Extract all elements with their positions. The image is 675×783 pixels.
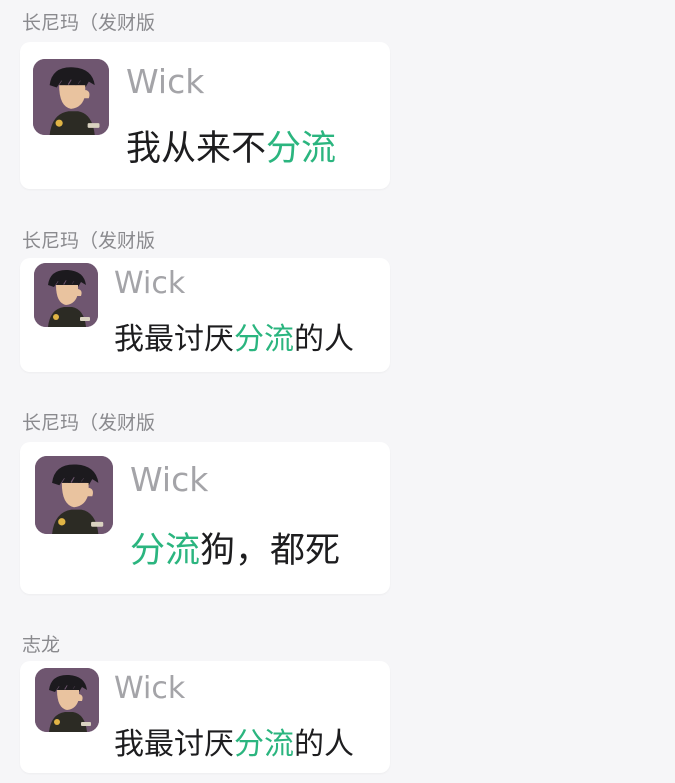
sender-name: 志龙 xyxy=(22,634,61,656)
message-highlight: 分流 xyxy=(130,531,201,571)
nickname: Wick xyxy=(130,460,209,499)
message-highlight: 分流 xyxy=(234,727,294,762)
message-text: 我最讨厌分流的人 xyxy=(114,314,354,358)
quoted-message-card[interactable]: Wick 分流狗，都死 xyxy=(20,442,390,594)
sender-name: 长尼玛（发财版 xyxy=(22,230,156,252)
message-text: 分流狗，都死 xyxy=(130,522,340,573)
nickname: Wick xyxy=(114,671,186,706)
message-text-before: 我从来不 xyxy=(126,129,267,169)
anime-boy-avatar-icon[interactable] xyxy=(33,59,109,135)
quoted-message-card[interactable]: Wick 我从来不分流 xyxy=(20,42,390,189)
message-text-after: 的人 xyxy=(294,322,354,357)
message-text: 我从来不分流 xyxy=(126,120,336,171)
message-text-after: 狗，都死 xyxy=(200,531,341,571)
anime-boy-avatar-icon[interactable] xyxy=(34,263,98,327)
anime-boy-avatar-icon[interactable] xyxy=(35,668,99,732)
nickname: Wick xyxy=(114,266,186,301)
sender-name: 长尼玛（发财版 xyxy=(22,412,156,434)
quoted-message-card[interactable]: Wick 我最讨厌分流的人 xyxy=(20,258,390,372)
sender-name: 长尼玛（发财版 xyxy=(22,12,156,34)
message-text-before: 我最讨厌 xyxy=(114,727,234,762)
anime-boy-avatar-icon[interactable] xyxy=(35,456,113,534)
message-text-after: 的人 xyxy=(294,727,354,762)
message-text-before: 我最讨厌 xyxy=(114,322,234,357)
message-highlight: 分流 xyxy=(266,129,337,169)
nickname: Wick xyxy=(126,62,205,101)
message-highlight: 分流 xyxy=(234,322,294,357)
quoted-message-card[interactable]: Wick 我最讨厌分流的人 xyxy=(20,661,390,773)
message-text: 我最讨厌分流的人 xyxy=(114,719,354,763)
